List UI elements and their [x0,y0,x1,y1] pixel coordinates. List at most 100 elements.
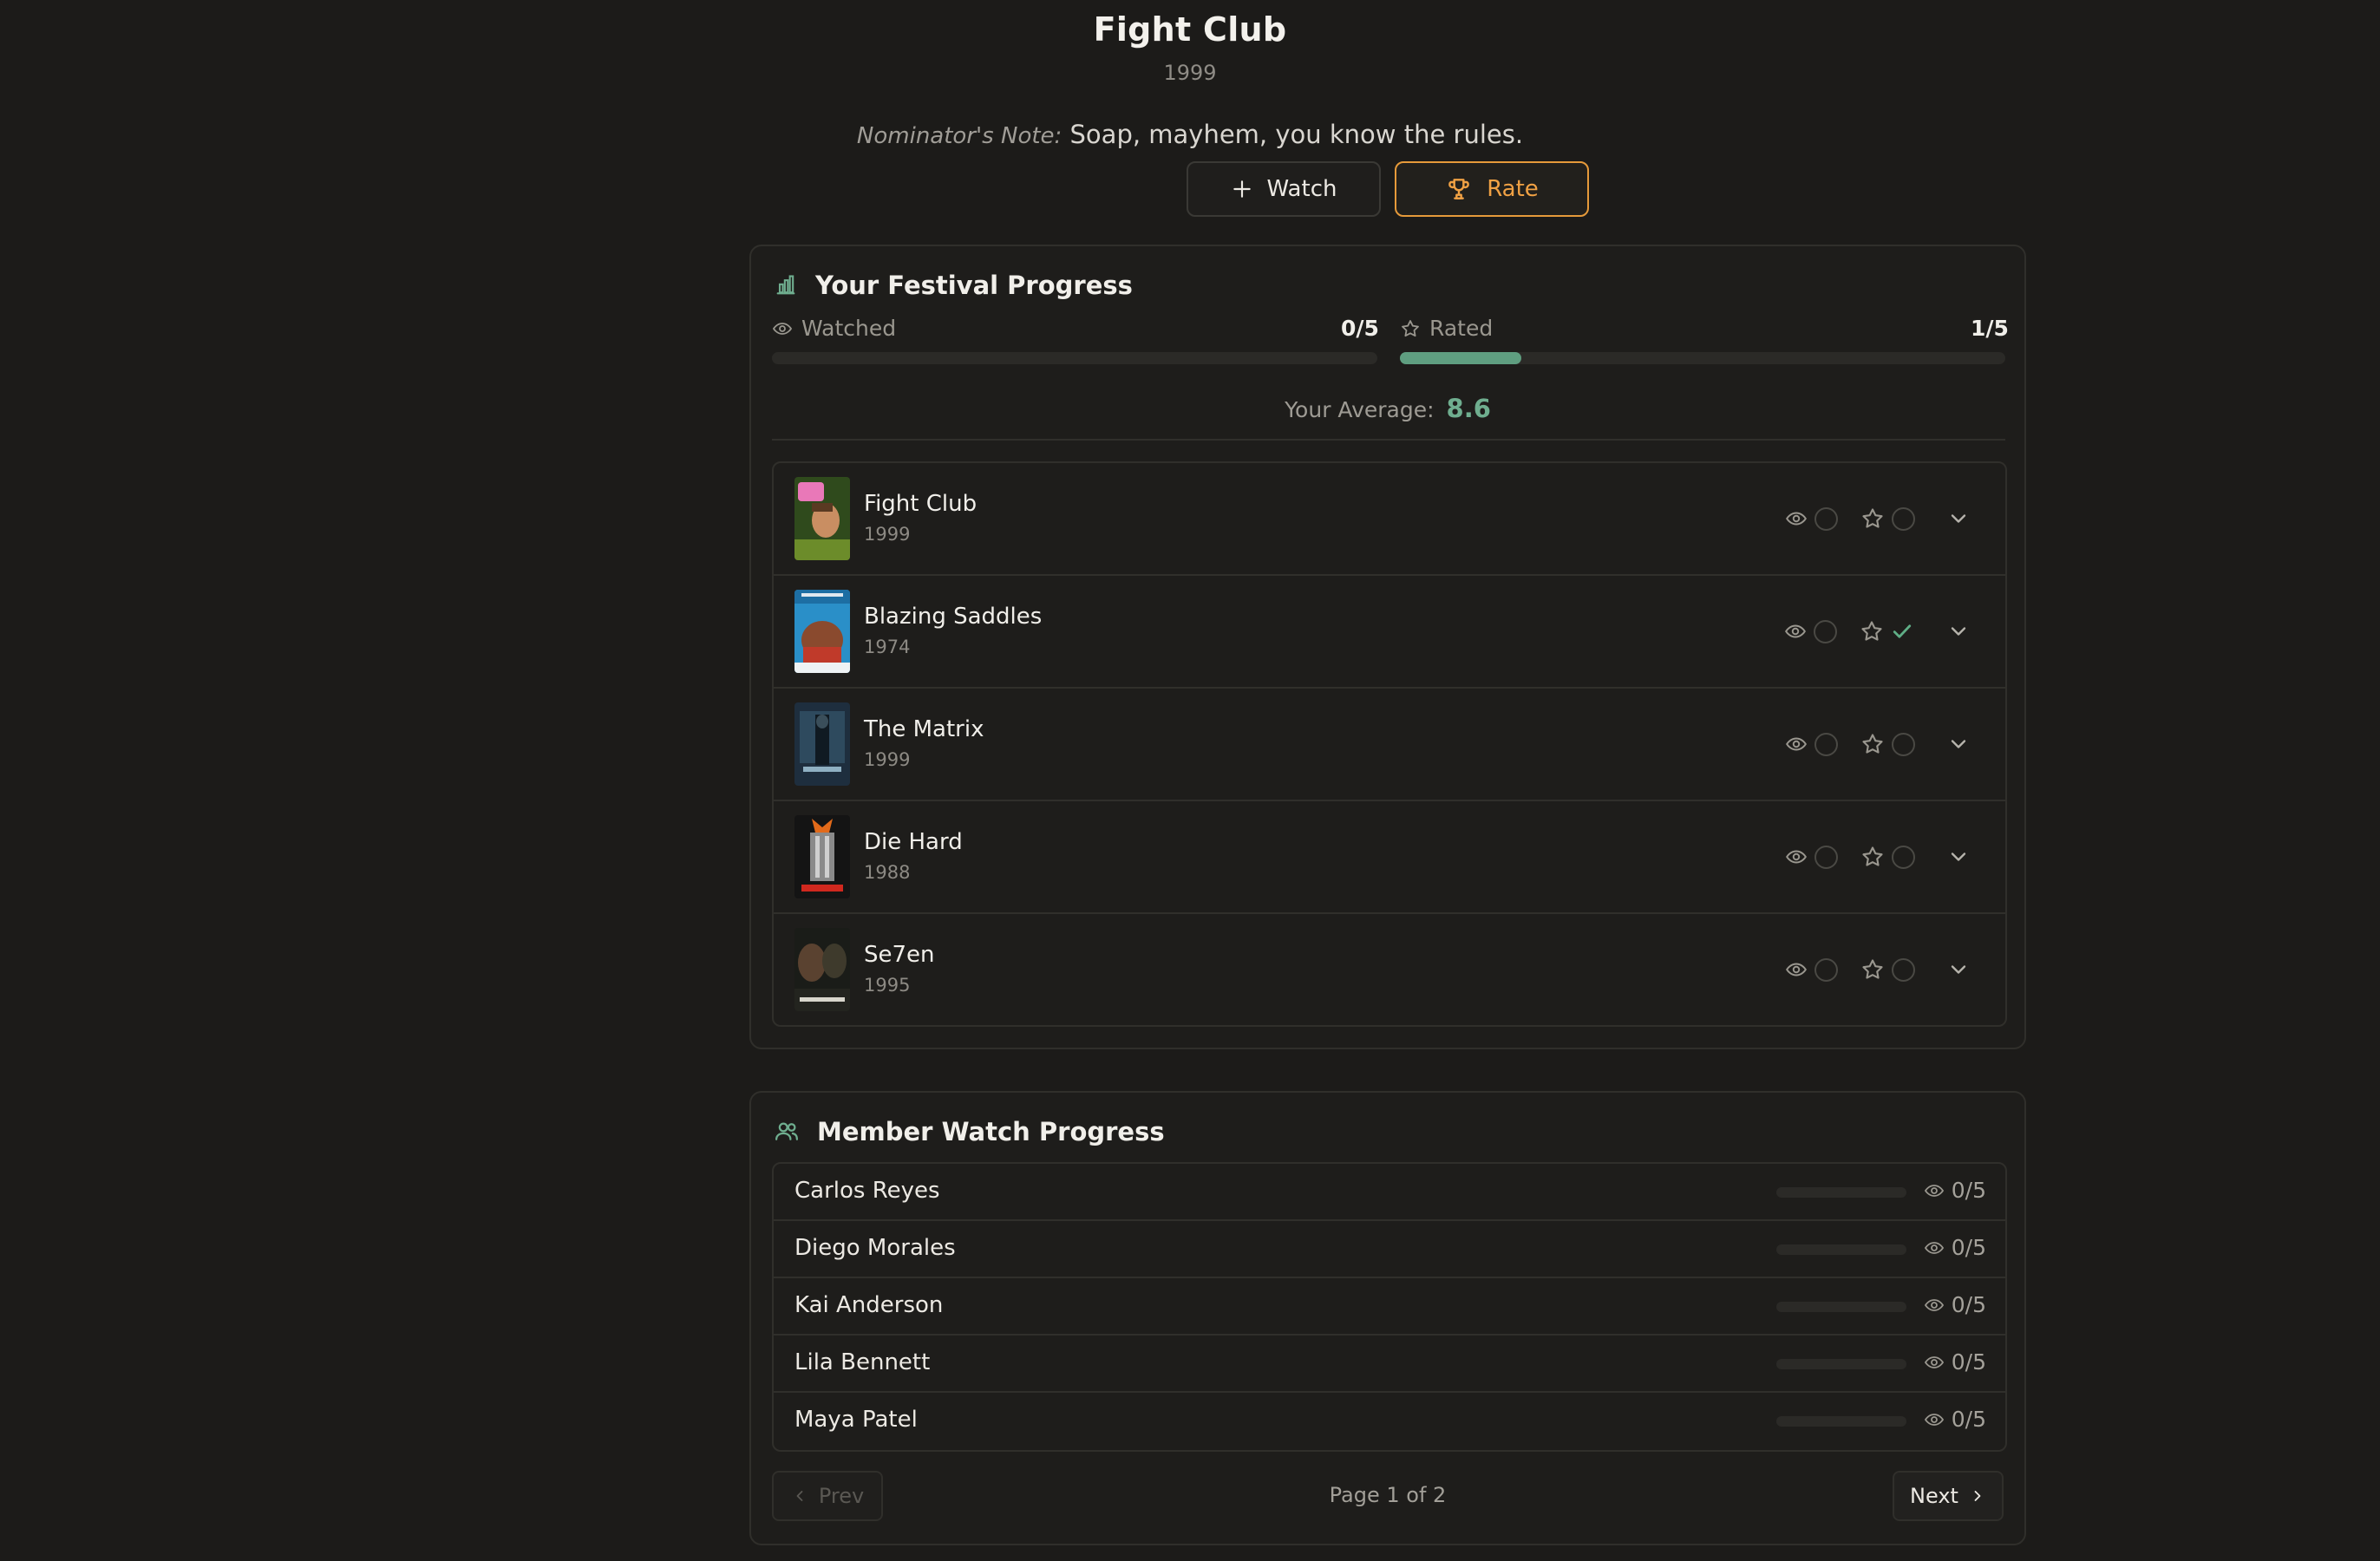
member-progress-bar [1776,1302,1906,1312]
star-icon [1402,319,1419,336]
rated-toggle[interactable] [1892,845,1915,869]
film-list: Fight Club 1999 Blazing Saddles 1974 The… [772,461,2007,1027]
rate-button[interactable]: Rate [1395,161,1589,217]
rated-label: Rated [1429,316,1494,341]
average-label: Your Average: [1285,397,1435,422]
member-list: Carlos Reyes 0/5 Diego Morales 0/5 Kai A… [772,1162,2007,1452]
eye-icon [1786,512,1807,526]
nominator-note-text: Soap, mayhem, you know the rules. [1069,120,1524,149]
eye-icon [1924,1413,1944,1426]
member-name: Carlos Reyes [794,1178,940,1204]
member-progress-bar [1776,1244,1906,1255]
rate-button-label: Rate [1487,176,1539,202]
page-indicator: Page 1 of 2 [1329,1483,1447,1507]
festival-progress-header: Your Festival Progress [774,271,1133,300]
chevron-down-icon[interactable] [1946,732,1971,756]
member-name: Kai Anderson [794,1292,944,1318]
eye-icon [1785,624,1806,638]
eye-icon [1786,850,1807,864]
festival-progress-card: Your Festival Progress Watched 0/5 Rated… [749,245,2026,1049]
rated-toggle[interactable] [1892,957,1915,982]
watched-toggle[interactable] [1814,506,1838,531]
member-count-text: 0/5 [1951,1235,1986,1260]
eye-icon [1924,1184,1944,1197]
film-year: 1999 [1163,61,1217,85]
watched-toggle[interactable] [1814,619,1837,643]
star-icon [1862,508,1883,528]
member-progress-bar [1776,1359,1906,1369]
film-row[interactable]: Se7en 1995 [774,914,2005,1025]
member-row: Carlos Reyes 0/5 [774,1164,2005,1221]
poster-die-hard [794,815,850,898]
eye-icon [1924,1298,1944,1311]
watched-toggle[interactable] [1814,845,1838,869]
member-count-text: 0/5 [1951,1292,1986,1317]
member-name: Diego Morales [794,1235,956,1261]
member-name: Maya Patel [794,1407,918,1433]
eye-icon [1786,963,1807,976]
eye-icon [1786,737,1807,751]
star-icon [1862,734,1883,754]
member-row: Kai Anderson 0/5 [774,1278,2005,1336]
member-count: 0/5 [1924,1349,1986,1375]
rated-toggle[interactable] [1892,732,1915,756]
rated-stat: Rated [1400,316,1493,341]
member-count: 0/5 [1924,1292,1986,1317]
check-icon[interactable] [1889,618,1915,644]
chevron-right-icon [1974,1491,1981,1501]
film-title: Fight Club [864,491,978,517]
member-count-text: 0/5 [1951,1349,1986,1375]
users-icon [775,1122,798,1140]
chevron-down-icon[interactable] [1946,845,1971,869]
trophy-icon [1448,179,1470,199]
star-icon [1862,959,1883,979]
watch-button-label: Watch [1266,176,1337,202]
film-row[interactable]: Die Hard 1988 [774,801,2005,914]
member-name: Lila Bennett [794,1349,931,1375]
film-status [1785,952,1971,987]
member-count-text: 0/5 [1951,1407,1986,1432]
chevron-down-icon[interactable] [1946,619,1971,643]
film-year: 1988 [864,862,911,883]
film-row[interactable]: Blazing Saddles 1974 [774,576,2005,689]
eye-icon [1924,1355,1944,1368]
divider [772,439,2005,441]
film-status [1784,614,1971,649]
rated-progress-fill [1400,352,1521,364]
member-count: 0/5 [1924,1407,1986,1432]
film-year: 1999 [864,524,911,545]
rated-progress-bar [1400,352,2005,364]
chevron-down-icon[interactable] [1946,506,1971,531]
watched-toggle[interactable] [1814,957,1838,982]
chevron-down-icon[interactable] [1946,957,1971,982]
member-row: Maya Patel 0/5 [774,1393,2005,1450]
member-row: Diego Morales 0/5 [774,1221,2005,1278]
member-progress-card: Member Watch Progress Carlos Reyes 0/5 D… [749,1091,2026,1545]
rated-toggle[interactable] [1892,506,1915,531]
bar-chart-icon [776,275,795,295]
plus-icon [1232,180,1251,198]
film-status [1785,501,1971,536]
film-row[interactable]: Fight Club 1999 [774,463,2005,576]
eye-icon [1924,1241,1944,1254]
member-progress-title: Member Watch Progress [817,1117,1165,1146]
member-progress-header: Member Watch Progress [774,1117,1165,1146]
film-year: 1974 [864,637,911,657]
watched-stat: Watched [772,316,896,341]
poster-the-matrix [794,702,850,786]
next-page-button[interactable]: Next [1893,1471,2004,1521]
film-status [1785,727,1971,761]
poster-fight-club [794,477,850,560]
nominator-note: Nominator's Note: Soap, mayhem, you know… [0,120,2380,149]
star-icon [1862,846,1883,866]
watch-button[interactable]: Watch [1187,161,1381,217]
film-title: Die Hard [864,829,963,855]
poster-blazing-saddles [794,590,850,673]
page-title: Fight Club [1093,10,1287,49]
rated-count: 1/5 [1971,316,2009,341]
watched-progress-bar [772,352,1377,364]
film-row[interactable]: The Matrix 1999 [774,689,2005,801]
watched-toggle[interactable] [1814,732,1838,756]
member-count: 0/5 [1924,1178,1986,1203]
film-year: 1995 [864,975,911,996]
